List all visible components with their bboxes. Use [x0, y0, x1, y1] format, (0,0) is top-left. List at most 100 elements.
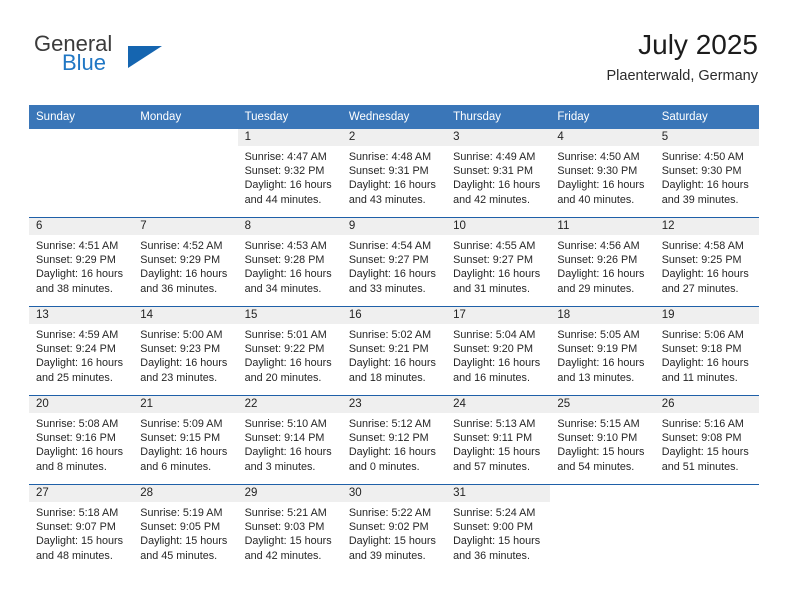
cell-inner: 15 Sunrise: 5:01 AM Sunset: 9:22 PM Dayligh… — [237, 307, 342, 395]
weekday-header-wednesday: Wednesday — [341, 105, 447, 129]
calendar-day-cell[interactable]: 5 Sunrise: 4:50 AM Sunset: 9:30 PM Daylight… — [654, 129, 759, 218]
day-detail-line: and 8 minutes. — [36, 460, 107, 473]
calendar-day-cell[interactable]: 15 Sunrise: 5:01 AM Sunset: 9:22 PM Dayligh… — [237, 306, 342, 396]
calendar-day-cell[interactable]: 22 Sunrise: 5:10 AM Sunset: 9:14 PM Dayligh… — [237, 395, 342, 485]
day-detail-line: Sunrise: 4:48 AM — [348, 151, 432, 163]
day-detail-line: Sunrise: 5:00 AM — [140, 329, 223, 341]
calendar-day-cell[interactable]: 17 Sunrise: 5:04 AM Sunset: 9:20 PM Dayligh… — [446, 306, 551, 396]
day-number: 20 — [29, 396, 134, 413]
calendar-day-cell[interactable]: 18 Sunrise: 5:05 AM Sunset: 9:19 PM Dayligh… — [550, 306, 655, 396]
day-detail-line: Sunset: 9:07 PM — [36, 521, 116, 534]
day-details: Sunrise: 5:19 AM Sunset: 9:05 PM Daylight:… — [133, 502, 237, 563]
day-detail-line: and 29 minutes. — [557, 282, 635, 295]
day-detail-line: and 44 minutes. — [244, 193, 322, 206]
day-details: Sunrise: 4:53 AM Sunset: 9:28 PM Daylight:… — [238, 235, 342, 296]
calendar-day-cell[interactable]: 25 Sunrise: 5:15 AM Sunset: 9:10 PM Dayligh… — [550, 395, 655, 485]
calendar-day-cell[interactable]: 31 Sunrise: 5:24 AM Sunset: 9:00 PM Dayligh… — [446, 484, 551, 573]
day-detail-line: and 36 minutes. — [140, 282, 218, 295]
day-detail-line: Sunrise: 5:24 AM — [453, 507, 536, 519]
day-number: 9 — [341, 218, 447, 235]
calendar-day-cell[interactable]: 9 Sunrise: 4:54 AM Sunset: 9:27 PM Daylight… — [341, 217, 447, 307]
general-blue-logo[interactable]: General Blue — [34, 32, 234, 88]
day-detail-line: Sunrise: 5:01 AM — [244, 329, 327, 341]
day-number: 29 — [237, 485, 342, 502]
day-detail-line: Daylight: 15 hours — [661, 446, 749, 459]
day-detail-line: Sunset: 9:30 PM — [557, 165, 638, 178]
day-detail-line: Daylight: 16 hours — [140, 268, 228, 281]
calendar-week-row: 27 Sunrise: 5:18 AM Sunset: 9:07 PM Dayligh… — [29, 484, 759, 573]
calendar-day-cell[interactable]: 21 Sunrise: 5:09 AM Sunset: 9:15 PM Dayligh… — [133, 395, 238, 485]
weekday-header-monday: Monday — [133, 105, 238, 129]
day-number: 8 — [237, 218, 342, 235]
cell-inner: 7 Sunrise: 4:52 AM Sunset: 9:29 PM Daylight… — [133, 218, 238, 306]
day-detail-line: Daylight: 16 hours — [348, 357, 436, 370]
cell-inner: 5 Sunrise: 4:50 AM Sunset: 9:30 PM Daylight… — [654, 129, 759, 217]
day-detail-line: Sunrise: 5:22 AM — [348, 507, 432, 519]
day-detail-line: and 18 minutes. — [348, 371, 426, 384]
calendar-day-cell[interactable]: 19 Sunrise: 5:06 AM Sunset: 9:18 PM Dayligh… — [654, 306, 759, 396]
day-detail-line: and 3 minutes. — [244, 460, 316, 473]
cell-inner: 12 Sunrise: 4:58 AM Sunset: 9:25 PM Dayligh… — [654, 218, 759, 306]
day-detail-line: and 27 minutes. — [661, 282, 739, 295]
day-detail-line: Sunset: 9:14 PM — [244, 432, 325, 445]
day-number: 23 — [341, 396, 447, 413]
day-details: Sunrise: 4:47 AM Sunset: 9:32 PM Daylight:… — [238, 146, 342, 207]
calendar-day-cell[interactable]: 29 Sunrise: 5:21 AM Sunset: 9:03 PM Dayligh… — [237, 484, 342, 573]
calendar-day-cell[interactable]: 12 Sunrise: 4:58 AM Sunset: 9:25 PM Dayligh… — [654, 217, 759, 307]
day-detail-line: Sunset: 9:18 PM — [661, 343, 742, 356]
day-details: Sunrise: 4:50 AM Sunset: 9:30 PM Daylight:… — [550, 146, 654, 207]
calendar-day-cell[interactable]: 10 Sunrise: 4:55 AM Sunset: 9:27 PM Dayligh… — [446, 217, 551, 307]
day-detail-line: Daylight: 15 hours — [348, 535, 436, 548]
day-detail-line: Daylight: 15 hours — [244, 535, 332, 548]
calendar-day-cell[interactable]: 26 Sunrise: 5:16 AM Sunset: 9:08 PM Dayligh… — [654, 395, 759, 485]
day-detail-line: Sunrise: 5:05 AM — [557, 329, 640, 341]
day-detail-line: Sunrise: 5:08 AM — [36, 418, 119, 430]
calendar-day-cell[interactable]: 13 Sunrise: 4:59 AM Sunset: 9:24 PM Dayligh… — [29, 306, 134, 396]
cell-inner: 21 Sunrise: 5:09 AM Sunset: 9:15 PM Dayligh… — [133, 396, 238, 484]
day-detail-line: Sunset: 9:11 PM — [453, 432, 533, 445]
day-number: 28 — [133, 485, 238, 502]
calendar-day-cell[interactable]: 20 Sunrise: 5:08 AM Sunset: 9:16 PM Dayligh… — [29, 395, 134, 485]
day-details: Sunrise: 5:00 AM Sunset: 9:23 PM Daylight:… — [133, 324, 237, 385]
cell-inner: 10 Sunrise: 4:55 AM Sunset: 9:27 PM Dayligh… — [446, 218, 551, 306]
weekday-header: Sunday Monday Tuesday Wednesday Thursday Frid… — [29, 105, 759, 129]
day-detail-line: Daylight: 15 hours — [140, 535, 228, 548]
calendar-page: General Blue July 2025 Plaenterwald, Ger… — [0, 0, 792, 612]
day-detail-line: Sunrise: 5:15 AM — [557, 418, 640, 430]
calendar-day-cell[interactable]: 2 Sunrise: 4:48 AM Sunset: 9:31 PM Daylight… — [341, 129, 447, 218]
calendar-day-cell[interactable]: 14 Sunrise: 5:00 AM Sunset: 9:23 PM Dayligh… — [133, 306, 238, 396]
calendar-day-cell[interactable]: 3 Sunrise: 4:49 AM Sunset: 9:31 PM Daylight… — [446, 129, 551, 218]
day-detail-line: and 25 minutes. — [36, 371, 113, 384]
calendar-day-cell[interactable]: 30 Sunrise: 5:22 AM Sunset: 9:02 PM Dayligh… — [341, 484, 447, 573]
day-detail-line: Daylight: 16 hours — [140, 357, 228, 370]
calendar-day-cell[interactable]: 11 Sunrise: 4:56 AM Sunset: 9:26 PM Dayligh… — [550, 217, 655, 307]
calendar-day-cell[interactable]: 7 Sunrise: 4:52 AM Sunset: 9:29 PM Daylight… — [133, 217, 238, 307]
calendar-day-cell[interactable]: 27 Sunrise: 5:18 AM Sunset: 9:07 PM Dayligh… — [29, 484, 134, 573]
day-details: Sunrise: 4:48 AM Sunset: 9:31 PM Daylight:… — [342, 146, 446, 207]
day-detail-line: and 40 minutes. — [557, 193, 635, 206]
cell-inner: 6 Sunrise: 4:51 AM Sunset: 9:29 PM Daylight… — [29, 218, 134, 306]
calendar-day-cell[interactable]: 1 Sunrise: 4:47 AM Sunset: 9:32 PM Daylight… — [237, 129, 342, 218]
calendar-day-cell[interactable]: 28 Sunrise: 5:19 AM Sunset: 9:05 PM Dayligh… — [133, 484, 238, 573]
day-detail-line: and 39 minutes. — [348, 549, 426, 562]
calendar-day-cell[interactable]: 4 Sunrise: 4:50 AM Sunset: 9:30 PM Daylight… — [550, 129, 655, 218]
calendar-day-cell[interactable]: 23 Sunrise: 5:12 AM Sunset: 9:12 PM Dayligh… — [341, 395, 447, 485]
calendar-body: 1 Sunrise: 4:47 AM Sunset: 9:32 PM Daylight… — [29, 129, 759, 573]
day-number: 10 — [446, 218, 551, 235]
day-detail-line: Sunset: 9:31 PM — [348, 165, 429, 178]
day-detail-line: Sunrise: 5:09 AM — [140, 418, 223, 430]
calendar-day-cell[interactable]: 24 Sunrise: 5:13 AM Sunset: 9:11 PM Dayligh… — [446, 395, 551, 485]
calendar-day-cell[interactable]: 8 Sunrise: 4:53 AM Sunset: 9:28 PM Daylight… — [237, 217, 342, 307]
day-details: Sunrise: 4:58 AM Sunset: 9:25 PM Daylight:… — [655, 235, 759, 296]
page-subtitle: Plaenterwald, Germany — [606, 68, 758, 84]
cell-inner: 28 Sunrise: 5:19 AM Sunset: 9:05 PM Dayligh… — [133, 485, 238, 573]
day-details — [550, 502, 654, 506]
day-number: 14 — [133, 307, 238, 324]
day-details: Sunrise: 4:49 AM Sunset: 9:31 PM Daylight:… — [446, 146, 550, 207]
day-detail-line: Sunset: 9:28 PM — [244, 254, 325, 267]
calendar-day-cell[interactable]: 16 Sunrise: 5:02 AM Sunset: 9:21 PM Dayligh… — [341, 306, 447, 396]
day-details: Sunrise: 5:24 AM Sunset: 9:00 PM Daylight:… — [446, 502, 550, 563]
calendar-header-row: Sunday Monday Tuesday Wednesday Thursday Frid… — [29, 105, 759, 129]
calendar-day-cell[interactable]: 6 Sunrise: 4:51 AM Sunset: 9:29 PM Daylight… — [29, 217, 134, 307]
calendar-cell-empty — [133, 129, 238, 218]
